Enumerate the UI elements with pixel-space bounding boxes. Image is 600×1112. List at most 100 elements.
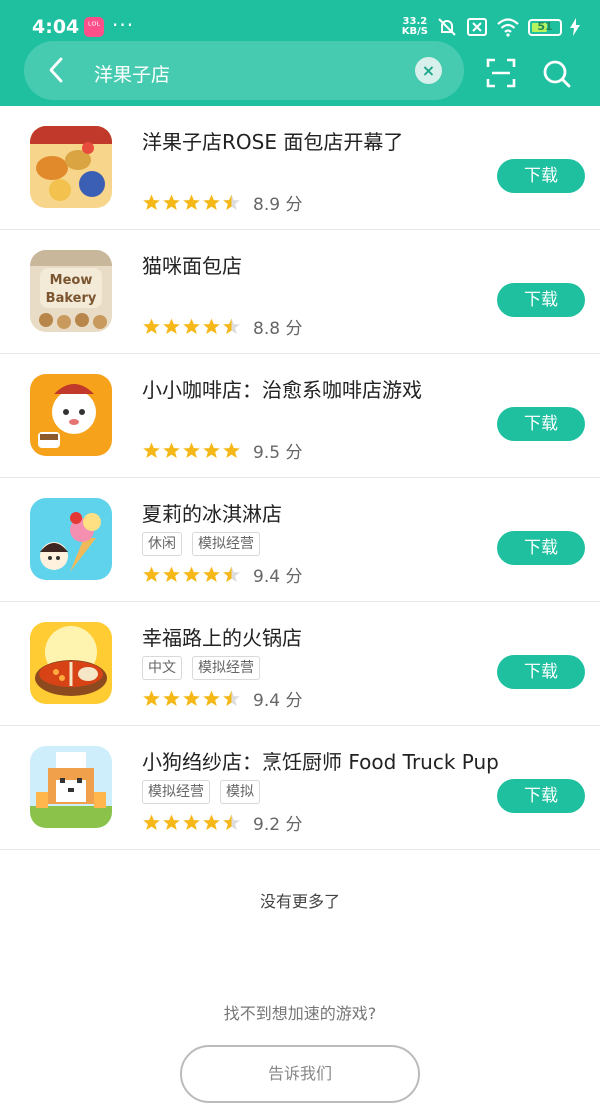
half-star-icon xyxy=(223,690,240,707)
result-row[interactable]: 夏莉的冰淇淋店 休闲 模拟经营 9.4 分 下载 xyxy=(0,478,600,602)
game-icon xyxy=(30,374,112,456)
game-icon xyxy=(30,622,112,704)
star-icon xyxy=(183,442,200,459)
star-icon xyxy=(203,442,220,459)
tag: 模拟 xyxy=(220,780,260,804)
game-icon xyxy=(30,746,112,828)
star-icon xyxy=(163,194,180,211)
star-icon xyxy=(143,566,160,583)
star-icon xyxy=(143,442,160,459)
star-icon xyxy=(163,566,180,583)
app-header: 4:04 ᴸᴼᴸ ··· 33.2 KB/S 51 洋果子店 × xyxy=(0,0,600,106)
game-title[interactable]: 夏莉的冰淇淋店 xyxy=(142,498,282,527)
star-rating xyxy=(142,317,241,336)
status-bar: 4:04 ᴸᴼᴸ ··· 33.2 KB/S 51 xyxy=(0,0,600,40)
tag: 模拟经营 xyxy=(192,532,260,556)
wifi-icon xyxy=(497,18,519,37)
rating: 9.2 分 xyxy=(142,810,302,835)
cannot-find-text: 找不到想加速的游戏? xyxy=(223,1004,377,1023)
star-icon xyxy=(183,814,200,831)
star-icon xyxy=(203,318,220,335)
score: 9.2 分 xyxy=(253,815,303,835)
chevron-left-icon[interactable] xyxy=(42,55,72,85)
sim-off-icon xyxy=(467,18,487,36)
score: 8.8 分 xyxy=(253,319,303,339)
half-star-icon xyxy=(223,318,240,335)
star-icon xyxy=(163,690,180,707)
search-box[interactable]: 洋果子店 × xyxy=(24,41,464,100)
rating: 9.4 分 xyxy=(142,686,302,711)
star-icon xyxy=(143,194,160,211)
result-row[interactable]: 小狗绉纱店：烹饪厨师 Food Truck Pup 模拟经营 模拟 9.2 分 … xyxy=(0,726,600,850)
result-row[interactable]: 幸福路上的火锅店 中文 模拟经营 9.4 分 下载 xyxy=(0,602,600,726)
download-button[interactable]: 下载 xyxy=(497,779,585,813)
game-title[interactable]: 小狗绉纱店：烹饪厨师 Food Truck Pup xyxy=(142,746,499,775)
end-of-list-text: 没有更多了 xyxy=(259,892,340,911)
mute-bell-icon xyxy=(438,18,456,36)
star-icon xyxy=(203,566,220,583)
rating: 9.5 分 xyxy=(142,438,302,463)
star-rating xyxy=(142,193,241,212)
network-speed: 33.2 KB/S xyxy=(402,17,428,37)
star-icon xyxy=(163,814,180,831)
star-icon xyxy=(183,566,200,583)
download-button[interactable]: 下载 xyxy=(497,283,585,317)
tag-list: 休闲 模拟经营 xyxy=(142,532,260,556)
score: 9.5 分 xyxy=(253,443,303,463)
tell-us-button[interactable]: 告诉我们 xyxy=(180,1045,420,1103)
more-notifications-icon: ··· xyxy=(112,13,135,37)
half-star-icon xyxy=(223,814,240,831)
rating: 8.9 分 xyxy=(142,190,302,215)
svg-text:Meow: Meow xyxy=(50,273,93,288)
star-icon xyxy=(203,194,220,211)
score: 8.9 分 xyxy=(253,195,303,215)
charging-icon xyxy=(570,18,580,36)
score: 9.4 分 xyxy=(253,567,303,587)
notification-app-icon: ᴸᴼᴸ xyxy=(84,17,104,37)
rating: 9.4 分 xyxy=(142,562,302,587)
game-icon: Meow Bakery xyxy=(30,250,112,332)
star-icon xyxy=(163,318,180,335)
star-icon xyxy=(143,690,160,707)
half-star-icon xyxy=(223,194,240,211)
star-rating xyxy=(142,689,241,708)
status-time: 4:04 xyxy=(32,16,80,38)
search-icon[interactable] xyxy=(541,58,572,89)
star-icon xyxy=(143,814,160,831)
tag: 模拟经营 xyxy=(192,656,260,680)
star-icon xyxy=(183,194,200,211)
result-row[interactable]: 洋果子店ROSE 面包店开幕了 8.9 分 下载 xyxy=(0,106,600,230)
tag-list: 中文 模拟经营 xyxy=(142,656,260,680)
star-rating xyxy=(142,565,241,584)
game-title[interactable]: 猫咪面包店 xyxy=(142,250,242,279)
status-icons: 33.2 KB/S 51 xyxy=(402,15,580,39)
result-row[interactable]: Meow Bakery 猫咪面包店 8.8 分 下载 xyxy=(0,230,600,354)
game-icon xyxy=(30,126,112,208)
tag: 休闲 xyxy=(142,532,182,556)
game-title[interactable]: 幸福路上的火锅店 xyxy=(142,622,302,651)
tag: 模拟经营 xyxy=(142,780,210,804)
battery-icon: 51 xyxy=(528,18,562,36)
svg-text:Bakery: Bakery xyxy=(46,291,97,306)
download-button[interactable]: 下载 xyxy=(497,159,585,193)
result-row[interactable]: 小小咖啡店：治愈系咖啡店游戏 9.5 分 下载 xyxy=(0,354,600,478)
star-rating xyxy=(142,813,241,832)
clear-icon[interactable]: × xyxy=(415,57,442,84)
download-button[interactable]: 下载 xyxy=(497,407,585,441)
search-input[interactable]: 洋果子店 xyxy=(94,60,170,87)
star-rating xyxy=(142,441,241,460)
game-title[interactable]: 小小咖啡店：治愈系咖啡店游戏 xyxy=(142,374,422,403)
tag-list: 模拟经营 模拟 xyxy=(142,780,260,804)
star-icon xyxy=(163,442,180,459)
star-icon xyxy=(223,442,240,459)
star-icon xyxy=(183,690,200,707)
star-icon xyxy=(203,690,220,707)
scan-icon[interactable] xyxy=(486,58,516,88)
download-button[interactable]: 下载 xyxy=(497,655,585,689)
game-title[interactable]: 洋果子店ROSE 面包店开幕了 xyxy=(142,126,403,155)
tag: 中文 xyxy=(142,656,182,680)
star-icon xyxy=(183,318,200,335)
download-button[interactable]: 下载 xyxy=(497,531,585,565)
star-icon xyxy=(143,318,160,335)
star-icon xyxy=(203,814,220,831)
